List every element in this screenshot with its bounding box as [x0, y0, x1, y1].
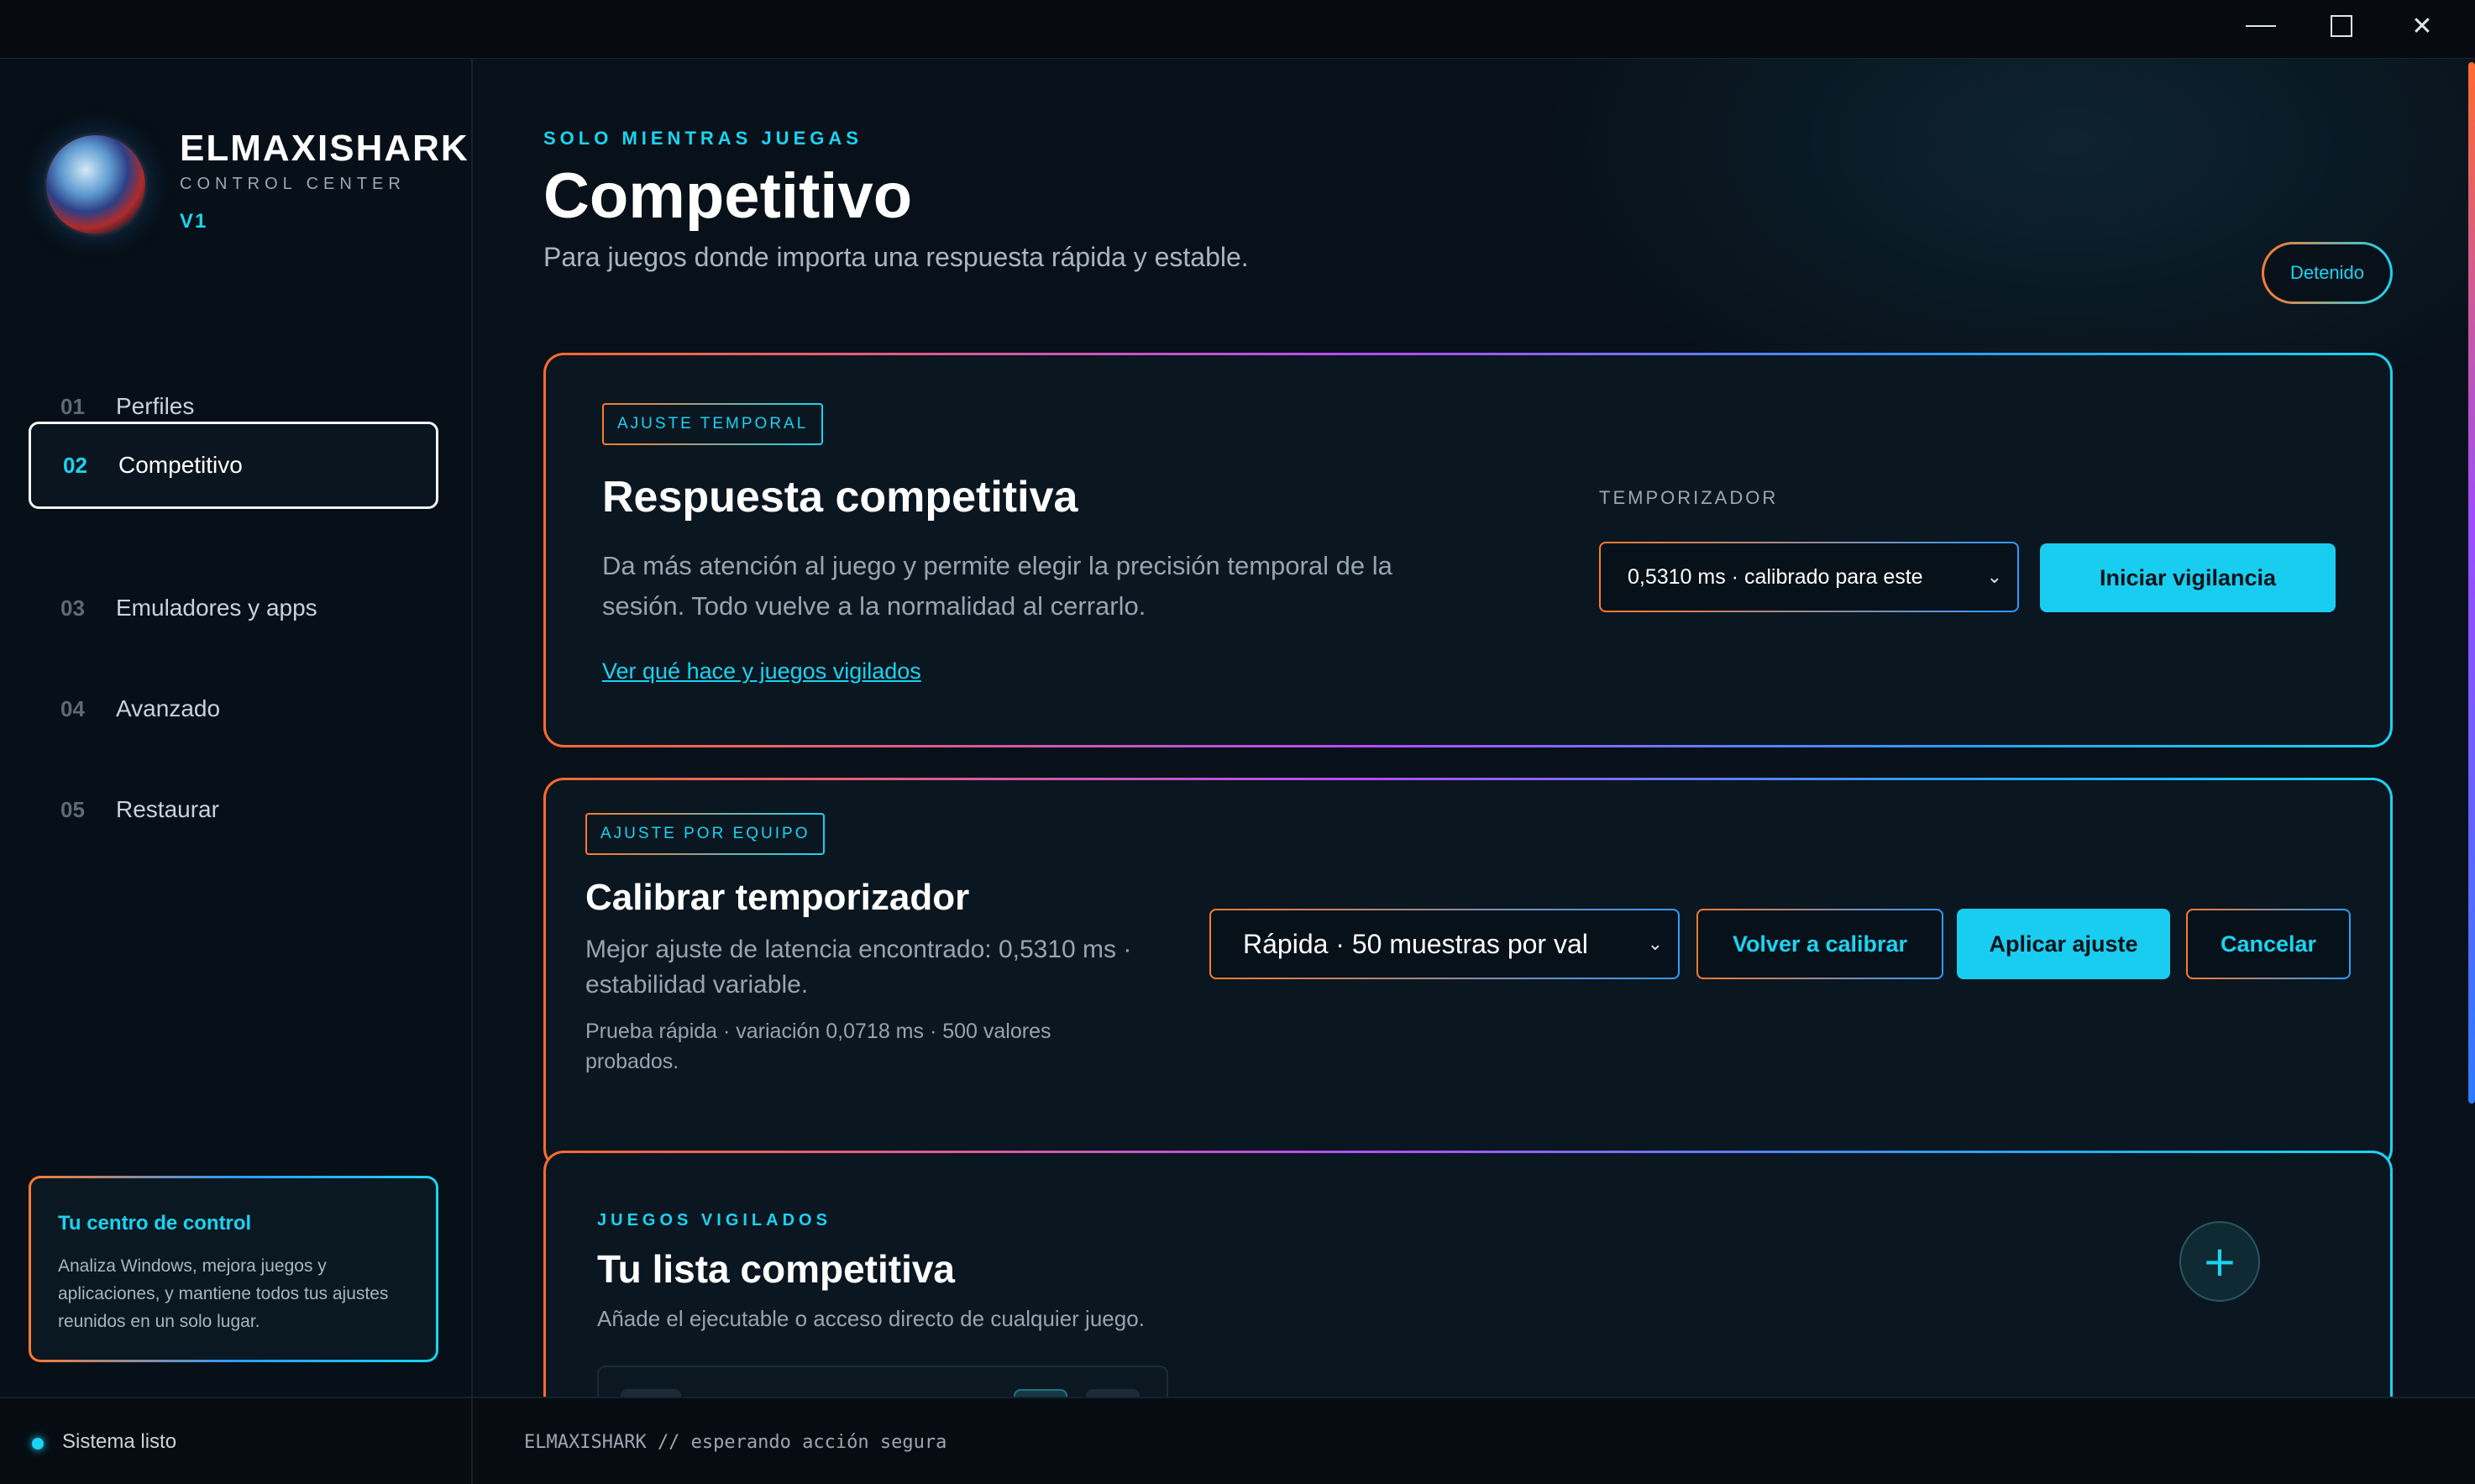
- sidebar-item-number: 05: [60, 796, 85, 822]
- sidebar-item-label: Restaurar: [116, 796, 219, 822]
- calibration-detail: probados.: [585, 1050, 679, 1073]
- console-text: ELMAXISHARK // esperando acción segura: [524, 1432, 947, 1453]
- close-icon: ✕: [2411, 11, 2433, 41]
- card-title: Calibrar temporizador: [585, 877, 970, 918]
- maximize-icon: [2331, 15, 2352, 37]
- details-link[interactable]: Ver qué hace y juegos vigilados: [602, 658, 921, 684]
- equipment-tag: AJUSTE POR EQUIPO: [585, 813, 825, 855]
- timer-select[interactable]: 0,5310 ms · calibrado para este ⌄: [1599, 542, 2019, 612]
- page-eyebrow: SOLO MIENTRAS JUEGAS: [543, 128, 863, 149]
- timer-select-value: 0,5310 ms · calibrado para este: [1628, 564, 1923, 589]
- status-panel: Sistema listo: [0, 1398, 473, 1484]
- sidebar: ELMAXISHARK CONTROL CENTER V1 01 Perfile…: [0, 59, 473, 1397]
- minimize-button[interactable]: [2221, 0, 2301, 52]
- sidebar-item-number: 04: [60, 695, 85, 721]
- toggle-button[interactable]: [1014, 1389, 1067, 1397]
- brand-logo: [44, 133, 148, 237]
- title-bar: ✕: [0, 0, 2475, 59]
- sidebar-item-competitivo[interactable]: 02 Competitivo: [29, 422, 438, 509]
- add-game-button[interactable]: +: [2179, 1221, 2260, 1302]
- sidebar-item-label: Competitivo: [118, 452, 243, 478]
- sidebar-item-number: 01: [60, 393, 85, 419]
- status-badge: Detenido: [2262, 242, 2393, 304]
- info-card-text: Analiza Windows, mejora juegos y aplicac…: [58, 1256, 389, 1331]
- sidebar-item-restaurar[interactable]: 05 Restaurar: [29, 766, 438, 853]
- sidebar-item-label: Perfiles: [116, 393, 195, 419]
- brand-subtitle: CONTROL CENTER: [180, 175, 406, 193]
- page-subtitle: Para juegos donde importa una respuesta …: [543, 242, 1249, 272]
- status-text: Sistema listo: [62, 1430, 177, 1453]
- apply-button[interactable]: Aplicar ajuste: [1957, 909, 2170, 979]
- main-content: SOLO MIENTRAS JUEGAS Competitivo Para ju…: [475, 59, 2475, 1397]
- card-description: Mejor ajuste de latencia encontrado: 0,5…: [585, 936, 1132, 963]
- info-card-title: Tu centro de control: [58, 1212, 252, 1235]
- calibration-detail: Prueba rápida · variación 0,0718 ms · 50…: [585, 1020, 1051, 1043]
- timer-label: TEMPORIZADOR: [1599, 487, 1779, 508]
- status-bar: Sistema listo ELMAXISHARK // esperando a…: [0, 1397, 2475, 1484]
- close-button[interactable]: ✕: [2382, 0, 2462, 52]
- sidebar-item-emuladores[interactable]: 03 Emuladores y apps: [29, 564, 438, 652]
- brand-version: V1: [180, 210, 208, 233]
- card-description: Añade el ejecutable o acceso directo de …: [597, 1306, 1145, 1331]
- sidebar-item-label: Avanzado: [116, 695, 221, 721]
- scrollbar[interactable]: [2468, 62, 2475, 1104]
- card-description: estabilidad variable.: [585, 971, 809, 999]
- card-title: Respuesta competitiva: [602, 473, 1078, 522]
- status-indicator: [32, 1438, 44, 1450]
- chevron-down-icon: ⌄: [1647, 933, 1663, 954]
- recalibrate-button[interactable]: Volver a calibrar: [1696, 909, 1943, 979]
- info-card: Tu centro de control Analiza Windows, me…: [29, 1176, 438, 1362]
- start-watch-button[interactable]: Iniciar vigilancia: [2040, 543, 2336, 612]
- page-title: Competitivo: [543, 160, 913, 232]
- watched-games-eyebrow: JUEGOS VIGILADOS: [597, 1211, 831, 1230]
- sidebar-item-number: 02: [63, 452, 87, 478]
- sidebar-item-avanzado[interactable]: 04 Avanzado: [29, 665, 438, 752]
- card-description: sesión. Todo vuelve a la normalidad al c…: [602, 591, 1146, 621]
- remove-button[interactable]: [1086, 1389, 1140, 1397]
- maximize-button[interactable]: [2301, 0, 2382, 52]
- list-item[interactable]: [597, 1366, 1168, 1397]
- temporal-tag: AJUSTE TEMPORAL: [602, 403, 823, 445]
- sample-select-value: Rápida · 50 muestras por valor: [1243, 928, 1587, 959]
- card-title: Tu lista competitiva: [597, 1247, 956, 1291]
- cancel-button[interactable]: Cancelar: [2186, 909, 2351, 979]
- brand-name: ELMAXISHARK: [180, 128, 469, 169]
- chevron-down-icon: ⌄: [1986, 566, 2002, 587]
- card-description: Da más atención al juego y permite elegi…: [602, 551, 1392, 580]
- game-icon: [621, 1389, 681, 1397]
- sidebar-item-number: 03: [60, 595, 85, 621]
- minimize-icon: [2246, 25, 2276, 27]
- sample-select[interactable]: Rápida · 50 muestras por valor ⌄: [1209, 909, 1680, 979]
- sidebar-item-label: Emuladores y apps: [116, 595, 317, 621]
